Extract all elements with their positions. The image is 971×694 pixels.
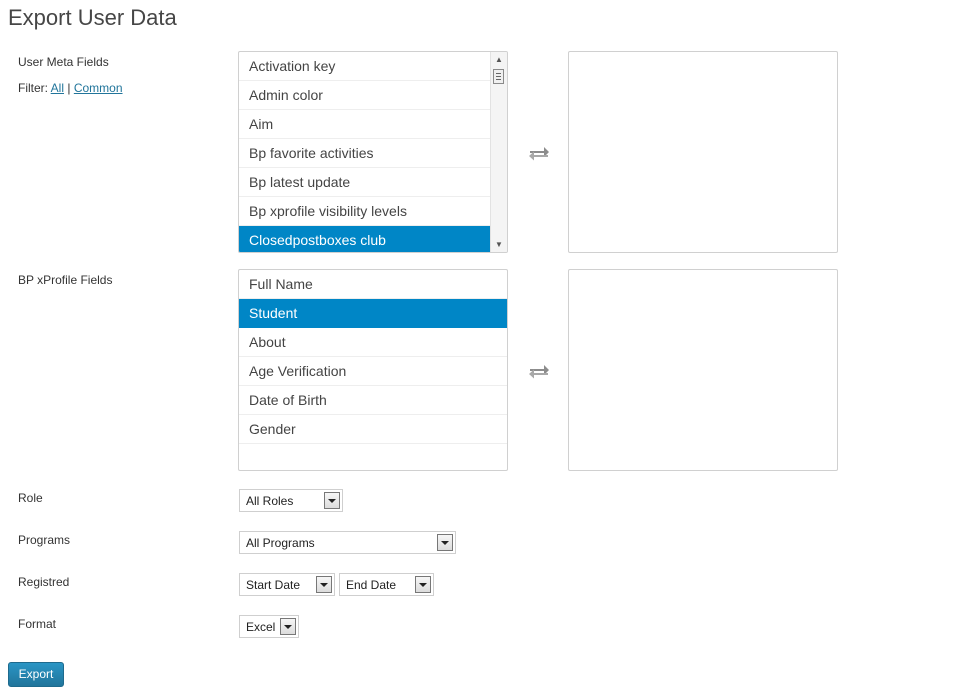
- swap-arrows-icon[interactable]: [528, 145, 550, 161]
- export-button[interactable]: Export: [8, 662, 64, 687]
- meta-filter: Filter: All | Common: [18, 81, 123, 95]
- list-item[interactable]: Full Name: [239, 270, 507, 299]
- start-date-value: Start Date: [246, 578, 301, 592]
- role-select[interactable]: All Roles: [239, 489, 343, 512]
- selected-meta-fields-list[interactable]: [568, 51, 838, 253]
- programs-select-value: All Programs: [246, 536, 315, 550]
- list-item[interactable]: Bp xprofile visibility levels: [239, 197, 490, 226]
- filter-label: Filter:: [18, 81, 48, 95]
- xprofile-items: Full Name Student About Age Verification Dat…: [239, 270, 507, 444]
- format-select-value: Excel: [246, 620, 276, 634]
- xprofile-label: BP xProfile Fields: [18, 273, 113, 287]
- registred-label: Registred: [18, 575, 70, 589]
- page-title: Export User Data: [8, 5, 177, 30]
- user-meta-label: User Meta Fields: [18, 55, 109, 69]
- list-item[interactable]: Gender: [239, 415, 507, 444]
- format-select[interactable]: Excel: [239, 615, 299, 638]
- end-date-select[interactable]: End Date: [339, 573, 434, 596]
- swap-arrows-icon[interactable]: [528, 363, 550, 379]
- list-item[interactable]: Date of Birth: [239, 386, 507, 415]
- scroll-down-icon[interactable]: ▼: [491, 238, 507, 252]
- format-label: Format: [18, 617, 57, 631]
- scroll-up-icon[interactable]: ▲: [491, 53, 507, 67]
- filter-all-link[interactable]: All: [51, 81, 64, 95]
- chevron-down-icon[interactable]: [324, 492, 340, 509]
- filter-separator: |: [67, 81, 71, 95]
- list-item[interactable]: Bp latest update: [239, 168, 490, 197]
- list-item[interactable]: Student: [239, 299, 507, 328]
- chevron-down-icon[interactable]: [316, 576, 332, 593]
- user-meta-fields-list[interactable]: Activation key Admin color Aim Bp favorite …: [238, 51, 508, 253]
- list-item[interactable]: Closedpostboxes club: [239, 226, 490, 252]
- list-item[interactable]: Bp favorite activities: [239, 139, 490, 168]
- chevron-down-icon[interactable]: [280, 618, 296, 635]
- programs-select[interactable]: All Programs: [239, 531, 456, 554]
- xprofile-fields-list[interactable]: Full Name Student About Age Verification Dat…: [238, 269, 508, 471]
- list-item[interactable]: Aim: [239, 110, 490, 139]
- chevron-down-icon[interactable]: [415, 576, 431, 593]
- programs-label: Programs: [18, 533, 71, 547]
- scroll-thumb[interactable]: [493, 69, 504, 84]
- user-meta-items: Activation key Admin color Aim Bp favorite …: [239, 52, 490, 252]
- chevron-down-icon[interactable]: [437, 534, 453, 551]
- list-item[interactable]: Activation key: [239, 52, 490, 81]
- selected-xprofile-fields-list[interactable]: [568, 269, 838, 471]
- list-item[interactable]: About: [239, 328, 507, 357]
- list-item[interactable]: Age Verification: [239, 357, 507, 386]
- role-select-value: All Roles: [246, 494, 294, 508]
- start-date-select[interactable]: Start Date: [239, 573, 335, 596]
- list-item[interactable]: Admin color: [239, 81, 490, 110]
- user-meta-scrollbar[interactable]: ▲ ▼: [490, 52, 507, 252]
- role-label: Role: [18, 491, 43, 505]
- filter-common-link[interactable]: Common: [74, 81, 123, 95]
- end-date-value: End Date: [346, 578, 397, 592]
